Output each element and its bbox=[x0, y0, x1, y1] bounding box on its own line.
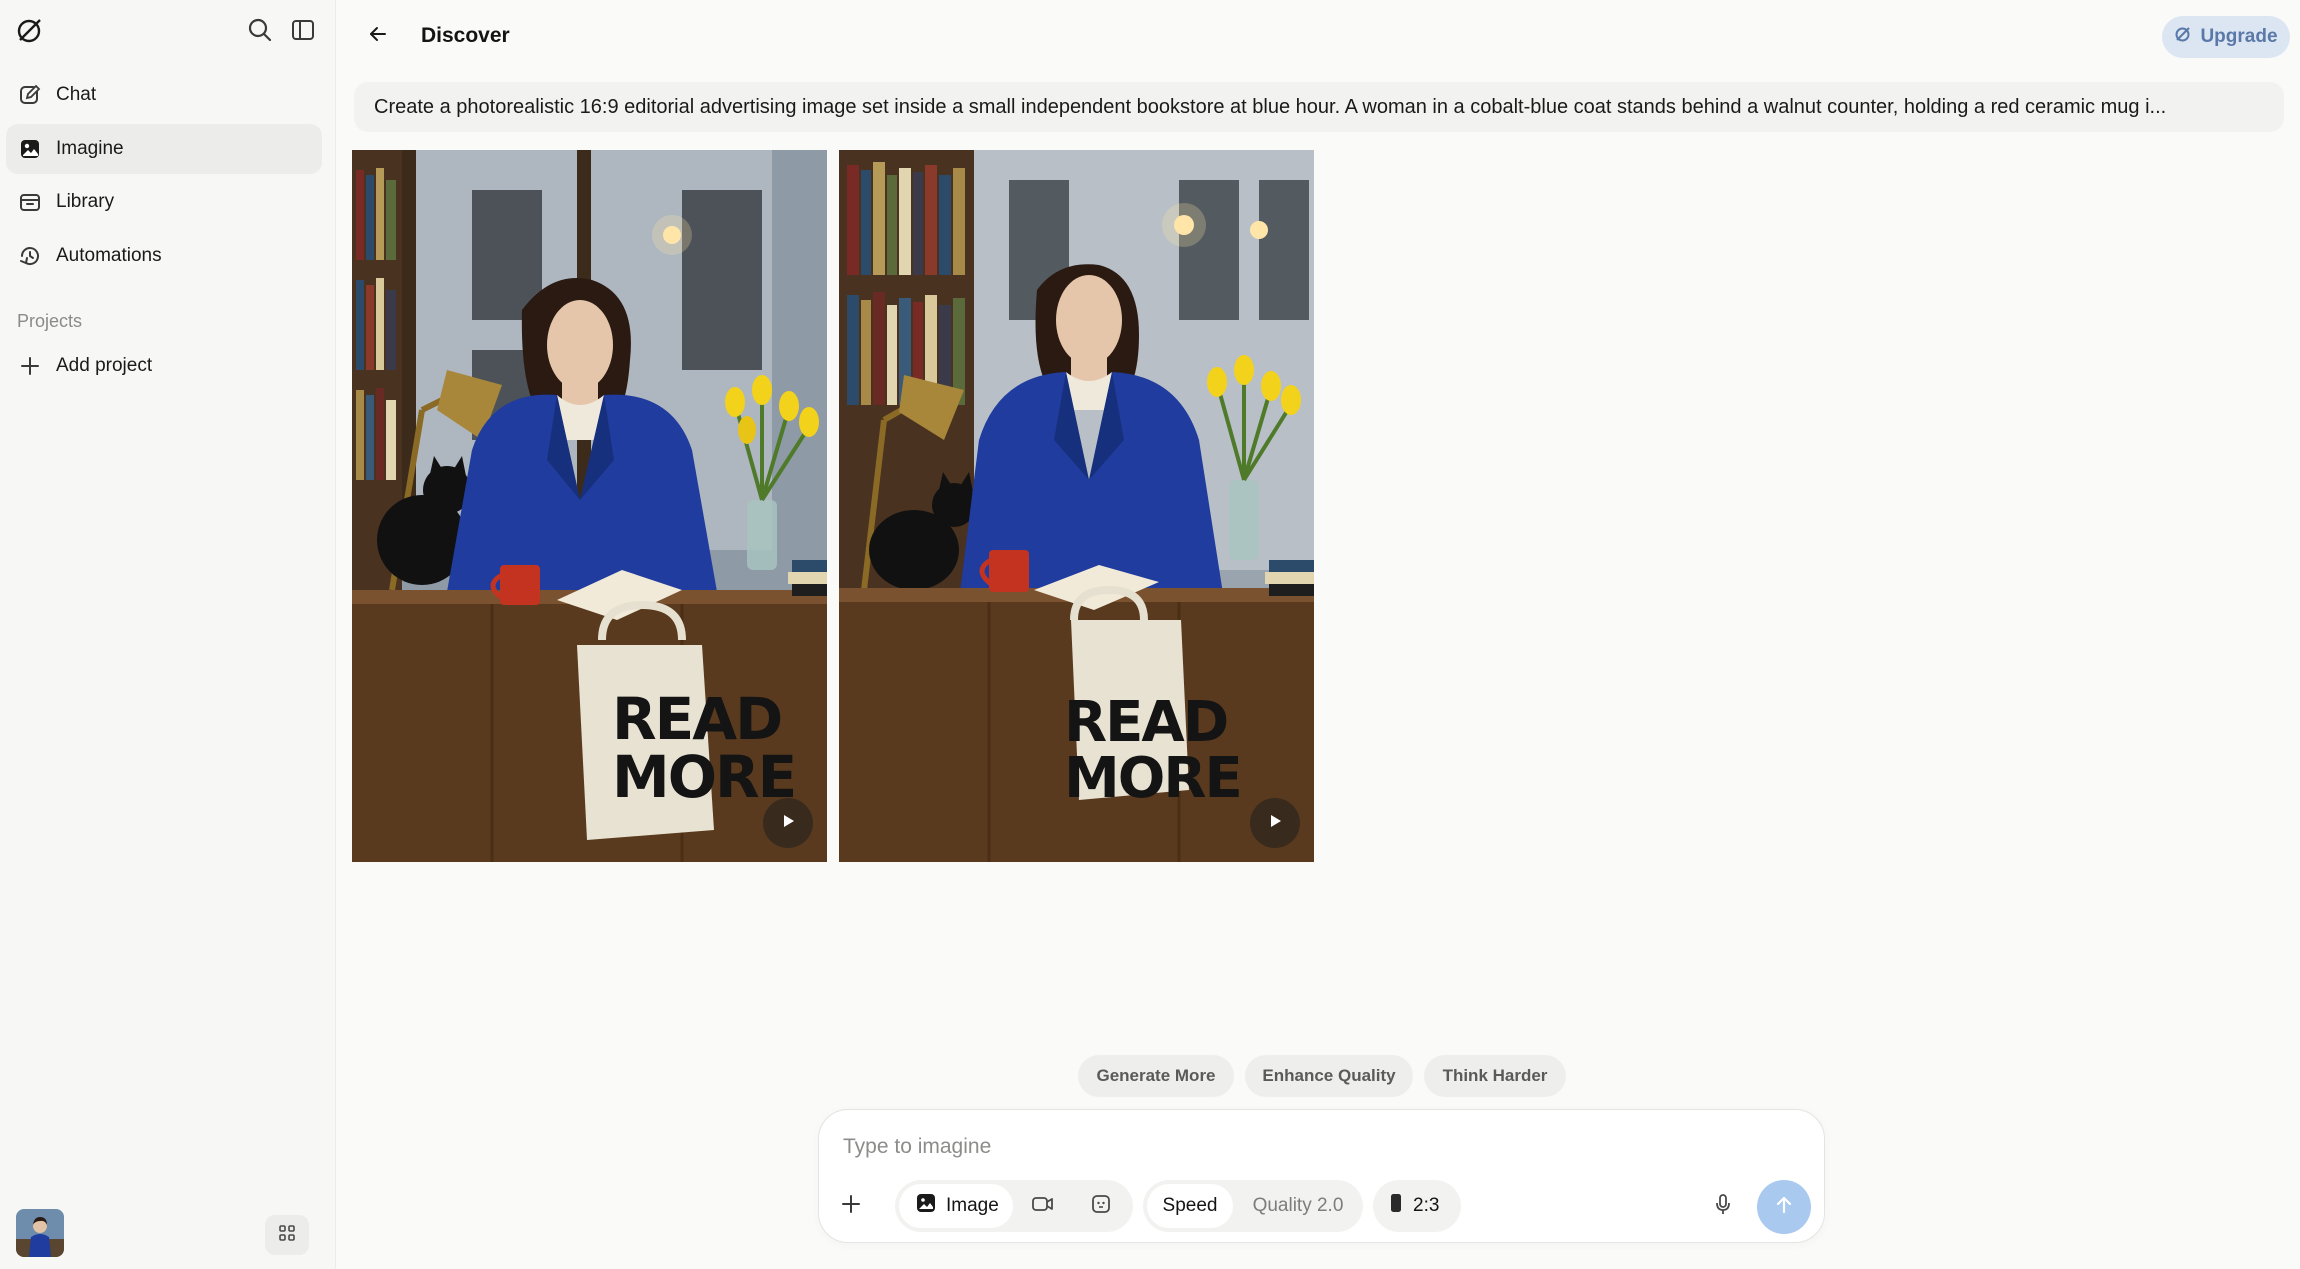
quality-option[interactable]: Quality 2.0 bbox=[1241, 1184, 1355, 1228]
think-harder-button[interactable]: Think Harder bbox=[1424, 1055, 1566, 1097]
sidebar-item-label: Library bbox=[56, 191, 115, 212]
speed-quality-selector: Speed Quality 2.0 bbox=[1143, 1180, 1363, 1232]
prompt-input[interactable] bbox=[843, 1130, 1743, 1164]
search-icon[interactable] bbox=[246, 16, 274, 44]
play-icon bbox=[1266, 812, 1284, 835]
automations-icon bbox=[18, 244, 42, 268]
play-button[interactable] bbox=[763, 798, 813, 848]
library-icon bbox=[18, 190, 42, 214]
mode-image-button[interactable]: Image bbox=[899, 1184, 1013, 1228]
sidebar-item-library[interactable]: Library bbox=[6, 177, 322, 227]
edit-icon bbox=[18, 83, 42, 107]
upgrade-icon bbox=[2174, 25, 2192, 49]
mode-selector: Image bbox=[895, 1180, 1133, 1232]
play-button[interactable] bbox=[1250, 798, 1300, 848]
aspect-ratio-button[interactable]: 2:3 bbox=[1373, 1180, 1461, 1232]
tote-text-line1: READ bbox=[612, 685, 783, 753]
arrow-left-icon bbox=[367, 23, 389, 50]
tote-text-line2: MORE bbox=[612, 743, 797, 811]
play-icon bbox=[779, 812, 797, 835]
mode-template-button[interactable] bbox=[1081, 1186, 1121, 1226]
sidebar-item-label: Chat bbox=[56, 84, 97, 105]
add-project-button[interactable]: Add project bbox=[6, 341, 322, 391]
sidebar-item-label: Automations bbox=[56, 245, 162, 266]
composer: Image Speed Quality 2.0 bbox=[818, 1109, 1825, 1243]
sidebar-toggle-icon[interactable] bbox=[289, 16, 317, 44]
tote-text-line1: READ bbox=[1064, 690, 1229, 755]
mode-video-button[interactable] bbox=[1023, 1186, 1063, 1226]
image-icon bbox=[916, 1193, 936, 1219]
upgrade-button[interactable]: Upgrade bbox=[2162, 16, 2290, 58]
aspect-ratio-icon bbox=[1389, 1193, 1403, 1219]
sidebar-item-chat[interactable]: Chat bbox=[6, 70, 322, 120]
back-button[interactable] bbox=[356, 16, 400, 56]
projects-section-label: Projects bbox=[17, 311, 83, 331]
microphone-button[interactable] bbox=[1703, 1186, 1743, 1226]
template-icon bbox=[1090, 1193, 1112, 1220]
attach-button[interactable] bbox=[831, 1186, 871, 1226]
plus-icon bbox=[840, 1193, 862, 1220]
prompt-bar[interactable]: Create a photorealistic 16:9 editorial a… bbox=[354, 82, 2284, 132]
speed-option[interactable]: Speed bbox=[1147, 1184, 1233, 1228]
apps-grid-icon bbox=[277, 1223, 297, 1248]
result-image-1[interactable]: READ MORE bbox=[352, 150, 827, 862]
microphone-icon bbox=[1713, 1193, 1733, 1220]
grok-logo-icon[interactable] bbox=[14, 14, 46, 46]
video-icon bbox=[1031, 1194, 1055, 1219]
plus-icon bbox=[18, 354, 42, 378]
send-button[interactable] bbox=[1757, 1180, 1811, 1234]
prompt-text: Create a photorealistic 16:9 editorial a… bbox=[374, 95, 2167, 118]
generate-more-button[interactable]: Generate More bbox=[1078, 1055, 1234, 1097]
tote-text-line2: MORE bbox=[1064, 746, 1243, 811]
result-image-2[interactable]: READ MORE bbox=[839, 150, 1314, 862]
apps-grid-button[interactable] bbox=[265, 1215, 309, 1255]
add-project-label: Add project bbox=[56, 355, 153, 376]
imagine-icon bbox=[18, 137, 42, 161]
sidebar-item-imagine[interactable]: Imagine bbox=[6, 124, 322, 174]
upgrade-label: Upgrade bbox=[2200, 26, 2278, 47]
sidebar-item-label: Imagine bbox=[56, 138, 124, 159]
enhance-quality-button[interactable]: Enhance Quality bbox=[1245, 1055, 1413, 1097]
sidebar-item-automations[interactable]: Automations bbox=[6, 231, 322, 281]
sidebar: Chat Imagine Library Automations Project… bbox=[0, 0, 336, 1269]
arrow-up-icon bbox=[1773, 1194, 1795, 1221]
avatar[interactable] bbox=[16, 1209, 64, 1257]
aspect-ratio-label: 2:3 bbox=[1413, 1195, 1440, 1216]
mode-image-label: Image bbox=[946, 1195, 999, 1216]
page-title: Discover bbox=[421, 24, 510, 47]
